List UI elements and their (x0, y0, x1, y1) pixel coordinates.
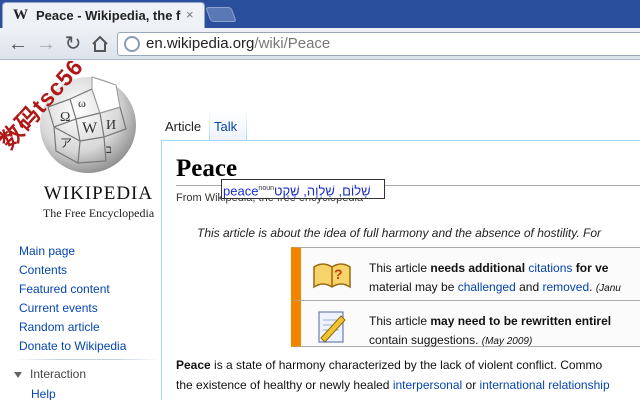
svg-text:Ω: Ω (60, 110, 70, 125)
globe-icon (124, 36, 140, 52)
lead-text: the existence of healthy or newly healed (176, 378, 393, 392)
lead-bold-term: Peace (176, 358, 211, 372)
international-relationship-link[interactable]: international relationship (480, 378, 610, 392)
address-bar[interactable]: en.wikipedia.org/wiki/Peace (117, 32, 640, 56)
notice-bold-tail: for ve (572, 261, 609, 275)
notice-text: . (589, 280, 596, 294)
removed-link[interactable]: removed (542, 280, 589, 294)
svg-text:?: ? (334, 266, 343, 282)
svg-text:ア: ア (60, 136, 72, 150)
sidebar-item-featured-content[interactable]: Featured content (19, 282, 126, 301)
browser-toolbar: ← → ↻ en.wikipedia.org/wiki/Peace (0, 28, 640, 60)
tab-strip: W Peace - Wikipedia, the free encycloped… (0, 0, 640, 28)
rewrite-notice-text: This article may need to be rewritten en… (369, 312, 611, 351)
notice-text: and (515, 280, 543, 294)
notepad-pencil-icon (318, 311, 346, 343)
content-top-border (161, 140, 640, 141)
forward-button[interactable]: → (34, 32, 58, 56)
notice-text: This article (369, 314, 431, 328)
url-path: /wiki/Peace (254, 35, 331, 52)
sidebar-section-interaction[interactable]: Interaction (14, 367, 86, 381)
notice-text: material may be (369, 280, 458, 294)
tab-title: Peace - Wikipedia, the free encyclopedia (36, 8, 181, 23)
notice-date: (May 2009) (481, 336, 533, 347)
challenged-link[interactable]: challenged (458, 280, 516, 294)
tab-talk[interactable]: Talk (210, 110, 246, 140)
dictionary-popup: peacenounשָׁלוֹם, שַׁלְוָה, שֶׁקֶט (221, 179, 385, 199)
rewrite-notice: This article may need to be rewritten en… (291, 300, 640, 347)
sidebar-item-main-page[interactable]: Main page (19, 244, 126, 263)
notice-bold: needs additional (430, 261, 529, 275)
tab-article[interactable]: Article (161, 110, 208, 140)
svg-text:ω: ω (78, 96, 86, 110)
wikipedia-wordmark: WIKIPEDIA (43, 183, 154, 204)
lead-text: or (462, 378, 480, 392)
content-left-border (161, 140, 162, 400)
tab-separator (246, 110, 247, 140)
sidebar-item-contents[interactable]: Contents (19, 263, 126, 282)
url-text: en.wikipedia.org/wiki/Peace (146, 35, 330, 52)
svg-text:ב: ב (106, 142, 112, 156)
sidebar-item-current-events[interactable]: Current events (19, 301, 126, 320)
sidebar-divider (14, 359, 160, 360)
expand-triangle-icon (14, 371, 22, 378)
citations-link[interactable]: citations (528, 261, 572, 275)
popup-word: peace (223, 183, 259, 199)
lead-paragraph: Peace is a state of harmony characterize… (176, 355, 610, 395)
interpersonal-link[interactable]: interpersonal (393, 378, 462, 392)
sidebar-section-label: Interaction (30, 367, 87, 381)
browser-tab[interactable]: W Peace - Wikipedia, the free encycloped… (2, 2, 205, 28)
sidebar-item-donate[interactable]: Donate to Wikipedia (19, 339, 126, 358)
web-page: Ω W И ω ア ב WIKIPEDIA The Free Encyclope… (0, 61, 640, 400)
sidebar-navigation: Main page Contents Featured content Curr… (19, 244, 126, 358)
notice-date: (Janu (595, 283, 621, 294)
url-host: en.wikipedia.org (146, 35, 255, 52)
notice-text: This article (369, 261, 431, 275)
popup-translation: שָׁלוֹם, שַׁלְוָה, שֶׁקֶט (274, 183, 371, 199)
popup-part-of-speech: noun (258, 185, 274, 192)
svg-text:W: W (82, 120, 98, 137)
reload-button[interactable]: ↻ (61, 32, 85, 56)
wikipedia-tagline: The Free Encyclopedia (42, 206, 155, 220)
book-question-icon: ? (313, 263, 351, 289)
wikipedia-favicon-icon: W (13, 7, 28, 23)
sidebar-item-help[interactable]: Help (31, 387, 56, 400)
home-icon (92, 35, 108, 52)
new-tab-button[interactable] (205, 7, 237, 22)
hatnote: This article is about the idea of full h… (197, 226, 601, 240)
lead-text: is a state of harmony characterized by t… (210, 358, 603, 372)
svg-text:И: И (106, 118, 116, 133)
citation-notice-text: This article needs additional citations … (369, 259, 621, 298)
home-button[interactable] (88, 32, 112, 56)
notice-bold: may need to be rewritten entirel (430, 314, 612, 328)
notice-text: contain suggestions. (369, 333, 482, 347)
sidebar-item-random-article[interactable]: Random article (19, 320, 126, 339)
back-button[interactable]: ← (6, 32, 30, 56)
citation-notice: ? This article needs additional citation… (291, 247, 640, 300)
tab-close-icon[interactable]: × (186, 7, 194, 22)
